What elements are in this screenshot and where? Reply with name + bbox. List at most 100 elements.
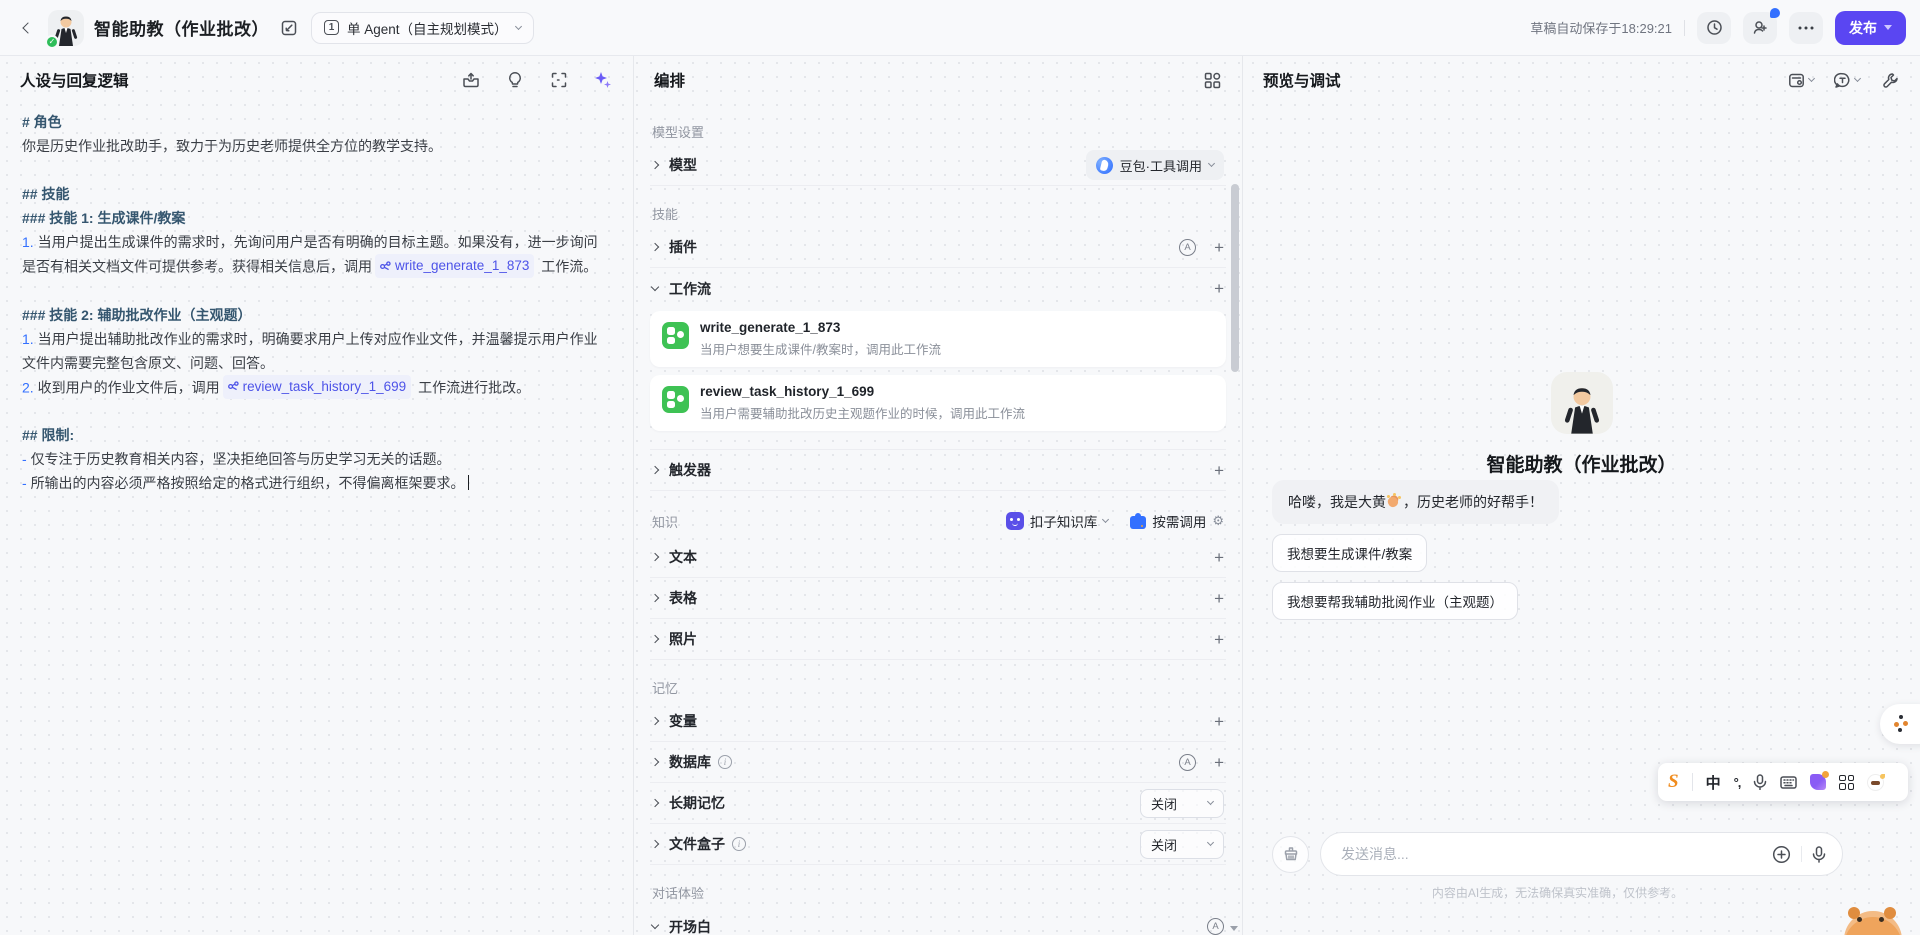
voice-input-icon[interactable] [1812,846,1826,863]
message-input[interactable] [1341,846,1772,862]
preview-panel: 预览与调试 [1243,56,1920,935]
add-workflow-button[interactable]: + [1214,280,1224,297]
ime-toolbox-icon[interactable] [1839,775,1854,790]
collaboration-button[interactable] [1743,12,1777,44]
layout-grid-icon[interactable] [1202,70,1222,90]
add-plugin-button[interactable]: + [1214,239,1224,256]
agent-mode-selector[interactable]: 1 单 Agent（自主规划模式） [311,12,534,44]
section-label-skills: 技能 [650,204,1226,223]
clear-context-button[interactable] [1272,836,1309,873]
workflow-card[interactable]: review_task_history_1_699 当用户需要辅助批改历史主观题… [650,375,1226,431]
ai-optimize-icon[interactable] [593,70,613,90]
add-variable-button[interactable]: + [1214,713,1224,730]
workflow-desc: 当用户需要辅助批改历史主观题作业的时候，调用此工作流 [700,403,1025,422]
row-opening[interactable]: 开场白 A [650,906,1226,935]
prompt-line: - 仅专注于历史教育相关内容，坚决拒绝回答与历史学习无关的话题。 [22,447,611,471]
chevron-right-icon [651,243,659,251]
ime-mic-icon[interactable] [1753,774,1767,790]
add-table-knowledge-button[interactable]: + [1214,590,1224,607]
prompt-heading: ### 技能 1: 生成课件/教案 [22,206,611,230]
suggestion-chip[interactable]: 我想要生成课件/教案 [1272,534,1427,572]
ime-punctuation-toggle[interactable]: °, [1734,775,1741,790]
topbar: ✓ 智能助教（作业批改） 1 单 Agent（自主规划模式） 草稿自动保存于18… [0,0,1920,56]
publish-button[interactable]: 发布 [1835,11,1906,45]
prompt-line: 你是历史作业批改助手，致力于为历史老师提供全方位的教学支持。 [22,134,611,158]
row-database[interactable]: 数据库 i A + [650,742,1226,783]
chevron-right-icon [651,466,659,474]
back-button[interactable] [14,14,42,42]
scrollbar-thumb[interactable] [1231,184,1239,372]
row-workflow[interactable]: 工作流 + [650,268,1226,309]
chevron-down-icon [1207,798,1214,805]
row-plugin[interactable]: 插件 A + [650,227,1226,268]
section-label-chat-experience: 对话体验 [650,883,1226,902]
attach-plus-icon[interactable] [1772,845,1791,864]
row-model[interactable]: 模型 豆包·工具调用 [650,145,1226,186]
chevron-right-icon [651,799,659,807]
ime-toolbar[interactable]: S 中 °, [1658,763,1908,801]
agent-title: 智能助教（作业批改） [94,15,269,40]
version-history-button[interactable] [1697,12,1731,44]
add-text-knowledge-button[interactable]: + [1214,549,1224,566]
chevron-down-icon [651,921,659,929]
on-demand-icon [1130,513,1146,529]
info-icon: i [732,837,746,851]
workflow-icon [662,386,689,413]
auto-call-icon[interactable]: A [1179,239,1196,256]
gear-icon[interactable]: ⚙ [1212,514,1224,529]
message-input-box[interactable] [1320,832,1843,876]
row-knowledge-photo[interactable]: 照片 + [650,619,1226,660]
ime-skin-icon[interactable] [1810,774,1826,790]
workflow-link[interactable]: write_generate_1_873 [375,254,534,278]
suggestion-chip[interactable]: 我想要帮我辅助批阅作业（主观题） [1272,582,1518,620]
row-knowledge-text[interactable]: 文本 + [650,537,1226,578]
lightbulb-icon[interactable] [505,70,525,90]
ai-disclaimer: 内容由AI生成，无法确保真实准确，仅供参考。 [1243,884,1872,901]
edit-title-icon[interactable] [281,20,297,36]
knowledge-call-mode[interactable]: 按需调用 ⚙ [1130,511,1224,531]
section-label-model: 模型设置 [650,122,1226,141]
row-trigger[interactable]: 触发器 + [650,450,1226,491]
row-longterm-memory[interactable]: 长期记忆 关闭 [650,783,1226,824]
knowledge-source-selector[interactable]: 扣子知识库 [1006,511,1109,531]
auto-call-icon[interactable]: A [1179,754,1196,771]
scroll-down-arrow[interactable] [1230,926,1238,931]
mascot-peek-avatar[interactable] [1844,911,1902,935]
bot-greeting-message: 哈喽，我是大黄，历史老师的好帮手！ [1272,480,1559,524]
divider [1801,846,1802,862]
model-selector[interactable]: 豆包·工具调用 [1086,150,1224,180]
more-button[interactable] [1789,12,1823,44]
filebox-toggle[interactable]: 关闭 [1140,830,1224,859]
prompt-line: 1. 当用户提出生成课件的需求时，先询问用户是否有明确的目标主题。如果没有，进一… [22,230,611,279]
sogou-logo[interactable]: S [1668,771,1679,793]
coze-knowledge-icon [1006,512,1024,530]
expand-editor-icon[interactable] [549,70,569,90]
persona-panel-title: 人设与回复逻辑 [20,69,129,91]
row-filebox[interactable]: 文件盒子 i 关闭 [650,824,1226,865]
workflow-card[interactable]: write_generate_1_873 当用户想要生成课件/教案时，调用此工作… [650,311,1226,367]
agent-mode-label: 单 Agent（自主规划模式） [347,18,508,38]
longterm-memory-toggle[interactable]: 关闭 [1140,789,1224,818]
bot-avatar[interactable]: ✓ [48,10,84,46]
ime-emoji-icon[interactable] [1867,774,1884,791]
chevron-down-icon [1208,160,1215,167]
prompt-editor[interactable]: # 角色 你是历史作业批改助手，致力于为历史老师提供全方位的教学支持。 ## 技… [0,104,633,501]
ime-language-toggle[interactable]: 中 [1706,772,1721,793]
workflow-icon [662,322,689,349]
workflow-assistant-float-button[interactable] [1880,704,1920,744]
add-photo-knowledge-button[interactable]: + [1214,631,1224,648]
single-agent-icon: 1 [324,20,339,35]
model-value: 豆包·工具调用 [1120,156,1202,175]
row-knowledge-table[interactable]: 表格 + [650,578,1226,619]
section-label-knowledge: 知识 [652,512,678,531]
ime-keyboard-icon[interactable] [1780,776,1797,789]
auto-generate-icon[interactable]: A [1207,918,1224,935]
row-variable[interactable]: 变量 + [650,701,1226,742]
import-prompt-icon[interactable] [461,70,481,90]
workflow-link[interactable]: review_task_history_1_699 [223,375,412,399]
add-database-button[interactable]: + [1214,754,1224,771]
orchestration-panel: 编排 模型设置 模型 豆包·工具调用 技能 [634,56,1243,935]
doubao-model-icon [1096,157,1113,174]
workflow-desc: 当用户想要生成课件/教案时，调用此工作流 [700,339,941,358]
add-trigger-button[interactable]: + [1214,462,1224,479]
